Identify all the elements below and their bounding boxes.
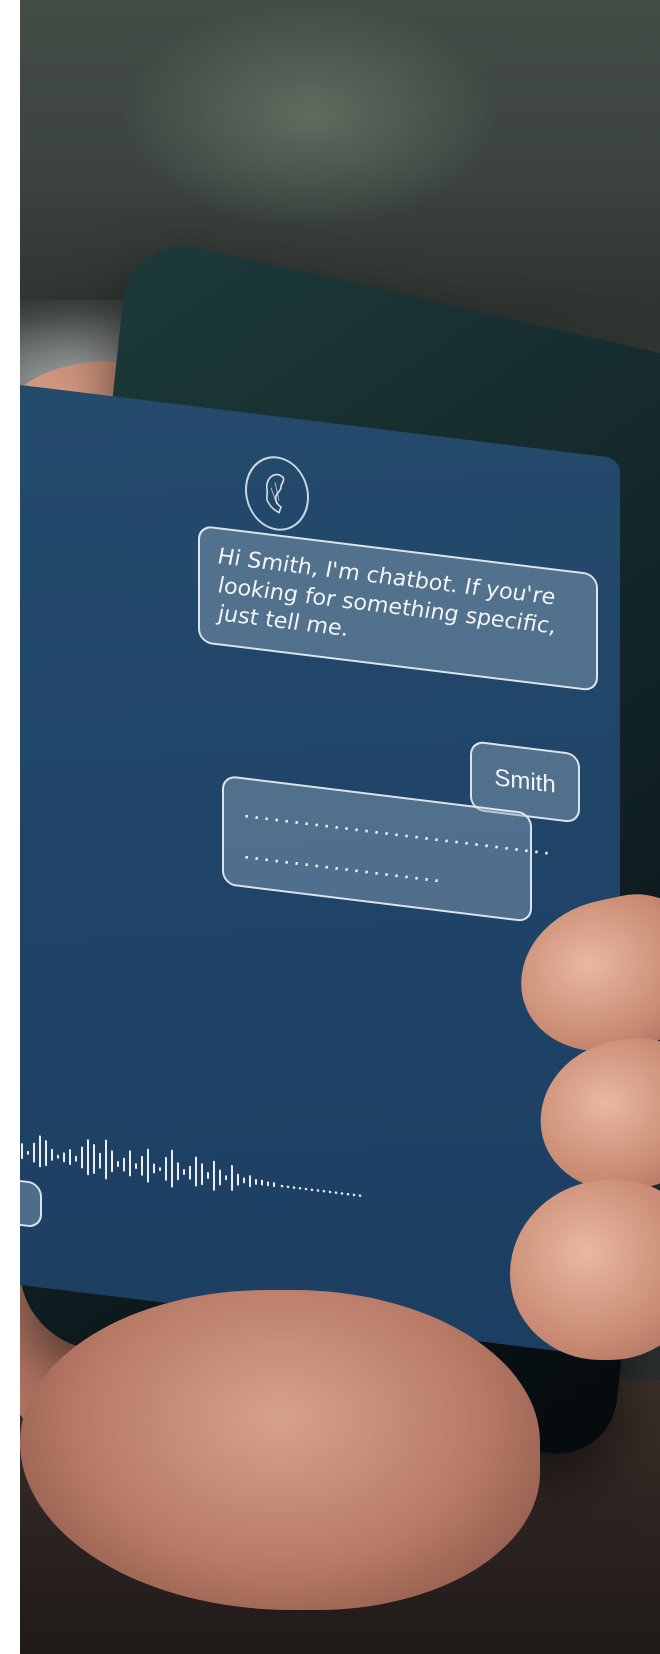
user-message-text: Smith bbox=[494, 764, 556, 799]
bot-message-text: Hi Smith, I'm chatbot. If you're looking… bbox=[218, 544, 556, 643]
background-blur bbox=[120, 0, 500, 230]
left-border bbox=[0, 0, 20, 1654]
voice-waveform-icon bbox=[3, 1135, 362, 1197]
bot-avatar-icon bbox=[245, 452, 309, 535]
phone-screen: Hi Smith, I'm chatbot. If you're looking… bbox=[0, 380, 620, 1359]
bot-message-bubble: Hi Smith, I'm chatbot. If you're looking… bbox=[198, 524, 598, 692]
photo-scene: Hi Smith, I'm chatbot. If you're looking… bbox=[0, 0, 660, 1654]
